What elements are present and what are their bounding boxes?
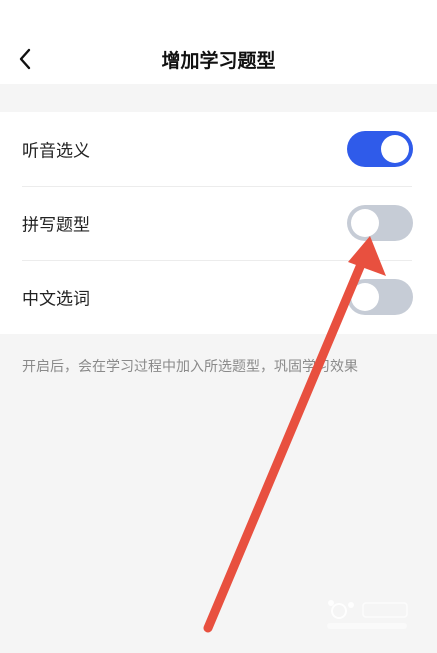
- setting-row-listen-choose-meaning: 听音选义: [0, 112, 437, 186]
- setting-label: 拼写题型: [22, 215, 90, 236]
- toggle-knob: [381, 135, 409, 163]
- toggle-chinese-choose-word[interactable]: [347, 279, 413, 315]
- settings-hint-text: 开启后，会在学习过程中加入所选题型，巩固学习效果: [22, 359, 358, 375]
- toggle-knob: [351, 283, 379, 311]
- setting-row-chinese-choose-word: 中文选词: [0, 260, 437, 334]
- page-title: 增加学习题型: [161, 50, 276, 72]
- setting-row-spelling: 拼写题型: [0, 186, 437, 260]
- toggle-spelling[interactable]: [347, 205, 413, 241]
- top-nav-bar: 增加学习题型: [0, 0, 437, 84]
- toggle-knob: [351, 209, 379, 237]
- setting-label: 听音选义: [22, 141, 90, 162]
- question-type-settings-list: 听音选义 拼写题型 中文选词: [0, 112, 437, 334]
- setting-label: 中文选词: [22, 289, 90, 310]
- watermark-logo-icon: [323, 595, 413, 635]
- toggle-listen-choose-meaning[interactable]: [347, 131, 413, 167]
